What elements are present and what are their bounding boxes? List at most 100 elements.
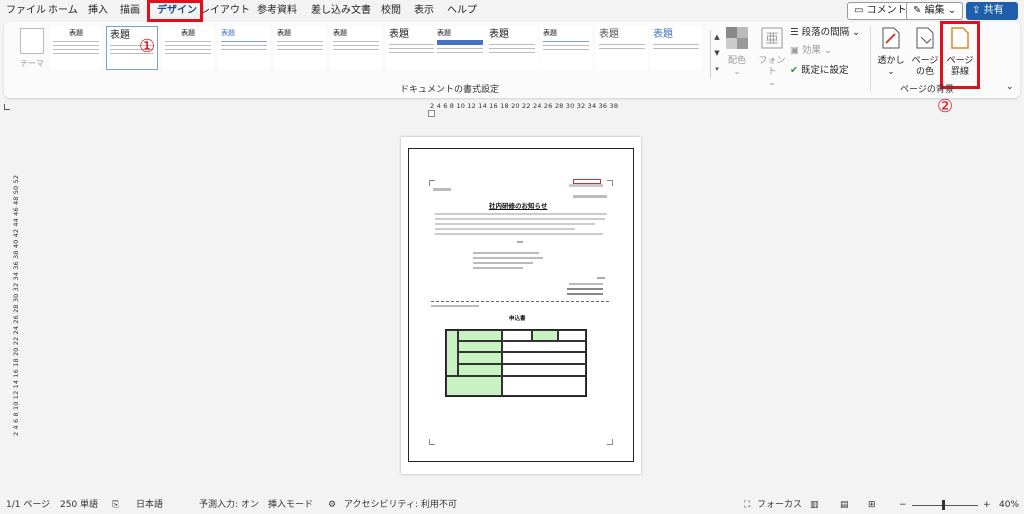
focus-mode-button[interactable]: フォーカス [757, 499, 802, 511]
sender-line [573, 195, 607, 198]
application-form-table [445, 329, 587, 397]
zoom-out-button[interactable]: − [899, 499, 907, 511]
table-cell [502, 352, 586, 364]
table-cell [532, 330, 558, 341]
svg-text:亜: 亜 [765, 32, 778, 47]
accessibility-icon[interactable]: ⚙ [328, 499, 336, 511]
theme-button[interactable]: テーマ [16, 26, 48, 74]
edit-button[interactable]: ✎ 編集 ⌄ [906, 2, 964, 20]
annotation-number-2: ② [937, 96, 954, 117]
menu-home[interactable]: ホーム [48, 3, 78, 18]
indent-marker[interactable] [428, 110, 435, 117]
table-cell [446, 330, 458, 376]
effects-button[interactable]: ▣ 効果 ⌄ [790, 44, 832, 58]
menu-help[interactable]: ヘルプ [447, 3, 477, 18]
ruler-corner[interactable] [4, 104, 10, 110]
watermark-icon [879, 26, 903, 50]
watermark-button[interactable]: 透かし ⌄ [876, 26, 906, 78]
share-icon: ⇪ [972, 5, 981, 16]
zoom-in-button[interactable]: + [983, 499, 991, 511]
colors-label: 配色 [727, 56, 746, 66]
style-set-thumbnail[interactable]: 表題 [434, 26, 486, 70]
paragraph-spacing-icon: ☰ [790, 27, 799, 38]
zoom-level[interactable]: 40% [999, 499, 1019, 511]
zoom-slider-thumb[interactable] [942, 500, 945, 510]
document-page[interactable]: 社内研修のお知らせ 申込書 [401, 137, 641, 474]
set-default-button[interactable]: ✔ 既定に設定 [790, 64, 849, 78]
paragraph-spacing-label: 段落の間隔 [801, 27, 850, 38]
table-cell [502, 330, 532, 341]
menu-mailings[interactable]: 差し込み文書 [311, 3, 371, 18]
menu-references[interactable]: 参考資料 [257, 3, 297, 18]
menu-bar: ファイル ホーム 挿入 描画 デザイン レイアウト 参考資料 差し込み文書 校閲… [0, 0, 1024, 22]
menu-file[interactable]: ファイル [6, 3, 46, 18]
style-set-title: 表題 [221, 29, 235, 37]
gallery-more-icon[interactable]: ▾ [712, 62, 722, 76]
fonts-button[interactable]: 亜 フォント ⌄ [756, 26, 788, 89]
page-color-icon [913, 26, 937, 50]
proofing-icon[interactable]: ⎘ [112, 499, 119, 511]
print-layout-icon[interactable]: ▤ [840, 499, 849, 511]
zoom-slider-track[interactable] [912, 505, 978, 506]
comment-icon: ▭ [854, 5, 864, 16]
style-set-thumbnail[interactable]: 表題 [218, 26, 270, 70]
table-cell [502, 364, 586, 376]
gallery-scroll-up-icon[interactable]: ▲ [712, 30, 722, 44]
fonts-icon: 亜 [760, 26, 784, 50]
menu-draw[interactable]: 描画 [120, 3, 140, 18]
insert-mode-indicator[interactable]: 挿入モード [268, 499, 313, 511]
style-set-title: 表題 [333, 29, 347, 37]
page-color-label-line2: の色 [915, 67, 934, 77]
page-count[interactable]: 1/1 ページ [6, 499, 50, 511]
language-indicator[interactable]: 日本語 [136, 499, 163, 511]
date-line [569, 184, 603, 187]
table-cell [458, 330, 502, 341]
menu-view[interactable]: 表示 [414, 3, 434, 18]
gallery-scroll-down-icon[interactable]: ▼ [712, 46, 722, 60]
style-set-thumbnail[interactable]: 表題 [596, 26, 648, 70]
focus-icon[interactable]: ⛶ [744, 499, 750, 511]
chevron-down-icon: ⌄ [768, 78, 776, 88]
accessibility-status[interactable]: アクセシビリティ: 利用不可 [344, 499, 457, 511]
chevron-down-icon: ⌄ [733, 67, 741, 77]
word-count[interactable]: 250 単語 [60, 499, 98, 511]
predictive-input-status[interactable]: 予測入力: オン [199, 499, 259, 511]
style-set-title: 表題 [181, 29, 195, 37]
style-set-thumbnail[interactable]: 表題 [650, 26, 702, 70]
table-cell [458, 352, 502, 364]
group-label-document-formatting: ドキュメントの書式設定 [400, 85, 500, 95]
menu-insert[interactable]: 挿入 [88, 3, 108, 18]
form-title: 申込書 [509, 316, 526, 322]
theme-icon [20, 28, 44, 54]
paragraph-spacing-button[interactable]: ☰ 段落の間隔 ⌄ [790, 26, 860, 40]
horizontal-ruler[interactable]: 2 4 6 8 10 12 14 16 18 20 22 24 26 28 30… [430, 100, 618, 112]
style-set-title: 表題 [599, 29, 619, 40]
style-set-thumbnail[interactable]: 表題 [274, 26, 326, 70]
comment-button[interactable]: ▭ コメント [847, 2, 914, 20]
style-set-thumbnail[interactable]: 表題 [386, 26, 438, 70]
web-layout-icon[interactable]: ⊞ [868, 499, 876, 511]
chevron-down-icon: ⌄ [852, 27, 861, 38]
style-set-thumbnail[interactable]: 表題 [486, 26, 538, 70]
fonts-label: フォント [758, 56, 786, 77]
menu-review[interactable]: 校閲 [381, 3, 401, 18]
table-cell [502, 341, 586, 352]
read-mode-icon[interactable]: ▥ [810, 499, 819, 511]
effects-label: 効果 [802, 45, 822, 56]
style-set-thumbnail[interactable]: 表題 [330, 26, 382, 70]
style-set-title: 表題 [277, 29, 291, 37]
status-bar: 1/1 ページ 250 単語 ⎘ 日本語 予測入力: オン 挿入モード ⚙ アク… [0, 496, 1024, 514]
vertical-ruler[interactable]: 2 4 6 8 10 12 14 16 18 20 22 24 26 28 30… [2, 175, 20, 436]
pencil-icon: ✎ [913, 5, 922, 16]
effects-icon: ▣ [790, 45, 799, 56]
style-set-thumbnail[interactable]: 表題 [162, 26, 214, 70]
menu-layout[interactable]: レイアウト [200, 3, 250, 18]
vertical-ruler-labels: 2 4 6 8 10 12 14 16 18 20 22 24 26 28 30… [12, 174, 20, 436]
colors-button[interactable]: 配色 ⌄ [722, 26, 752, 78]
collapse-ribbon-icon[interactable]: ⌄ [1006, 82, 1014, 92]
style-set-thumbnail[interactable]: 表題 [540, 26, 592, 70]
share-label: 共有 [983, 5, 1004, 16]
share-button[interactable]: ⇪ 共有 [966, 2, 1018, 20]
page-color-button[interactable]: ページ の色 [910, 26, 940, 78]
style-set-thumbnail[interactable]: 表題 [50, 26, 102, 70]
